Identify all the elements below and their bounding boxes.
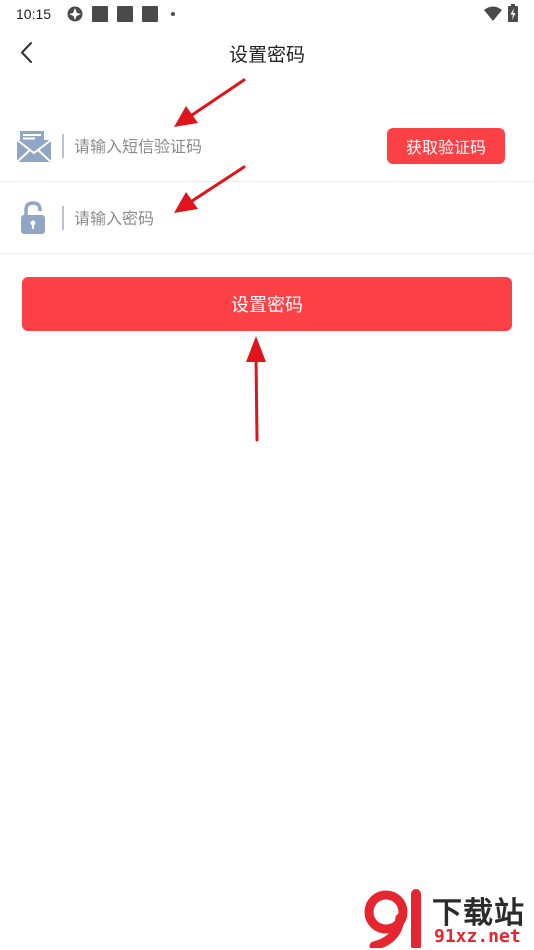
input-divider	[62, 134, 64, 158]
envelope-icon	[16, 131, 52, 163]
sms-code-row: 获取验证码	[0, 110, 534, 182]
sms-code-input[interactable]	[74, 130, 374, 162]
status-bar: 10:15	[0, 0, 534, 28]
get-code-button[interactable]: 获取验证码	[387, 128, 505, 164]
header: 设置密码	[0, 28, 534, 76]
more-notifications-icon	[171, 12, 175, 16]
watermark: 下载站 91xz.net	[362, 888, 532, 948]
page-title: 设置密码	[228, 44, 305, 66]
site-logo-icon	[364, 889, 421, 948]
password-row	[0, 182, 534, 254]
lock-icon	[21, 201, 45, 234]
sync-icon	[67, 6, 83, 22]
input-divider	[62, 206, 64, 230]
notification-icon	[92, 6, 108, 22]
annotation-arrow-icon	[246, 336, 266, 442]
notification-icon	[117, 6, 133, 22]
watermark-url: 91xz.net	[434, 926, 521, 947]
status-time: 10:15	[16, 6, 52, 22]
wifi-icon	[484, 6, 502, 21]
password-input[interactable]	[74, 202, 494, 234]
notification-icon	[142, 6, 158, 22]
battery-charging-icon	[508, 4, 518, 22]
set-password-button[interactable]: 设置密码	[22, 277, 512, 331]
